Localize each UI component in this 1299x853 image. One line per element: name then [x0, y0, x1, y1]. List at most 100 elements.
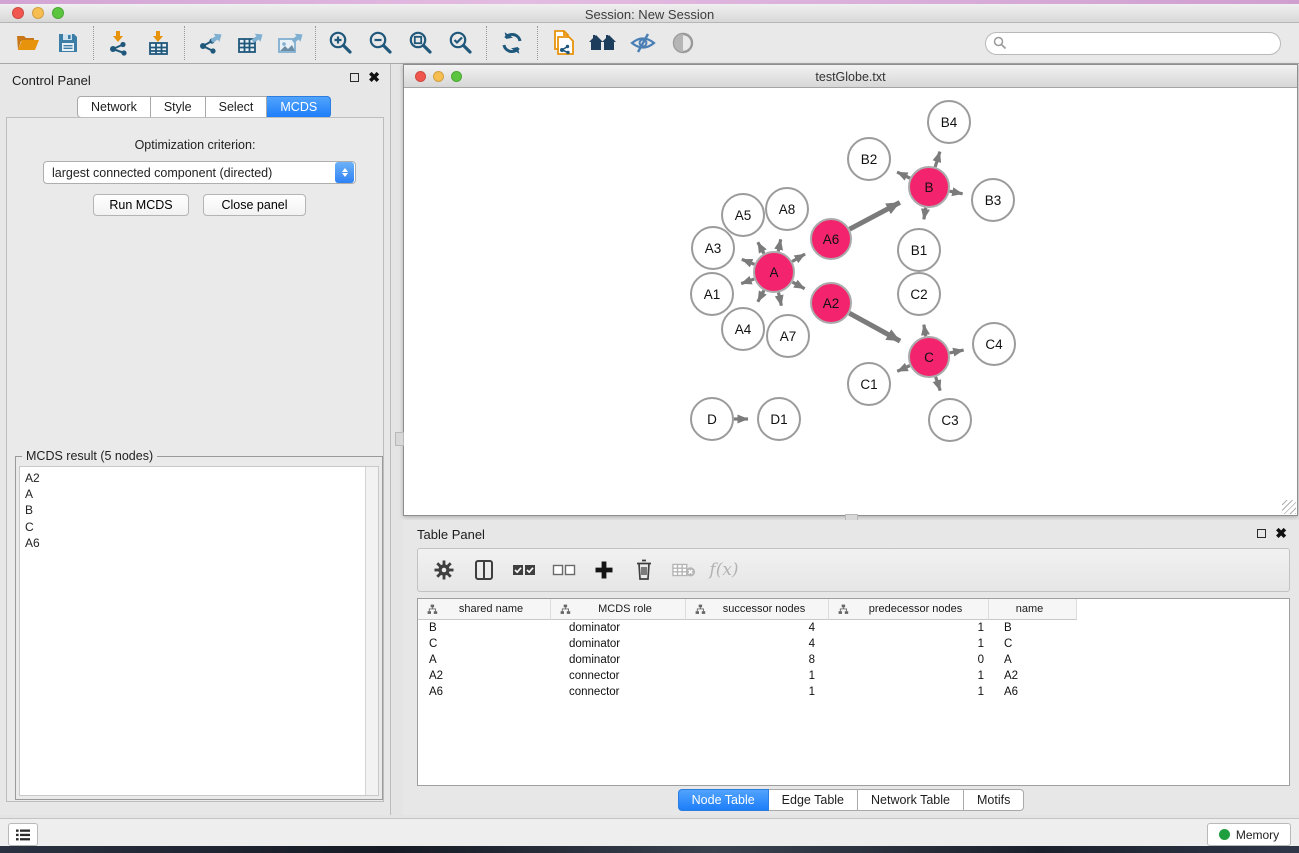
zoom-selected-icon[interactable]	[441, 26, 481, 60]
column-header-successor-nodes[interactable]: successor nodes	[686, 599, 829, 620]
table-row[interactable]: Bdominator41B	[418, 620, 1289, 636]
import-table-icon[interactable]	[139, 26, 179, 60]
edge-B-B2[interactable]	[897, 172, 910, 178]
refresh-icon[interactable]	[492, 26, 532, 60]
edge-A-A7[interactable]	[778, 293, 781, 306]
resize-grip-icon[interactable]	[1282, 500, 1296, 514]
cell-successor-nodes[interactable]: 8	[686, 654, 829, 666]
zoom-out-icon[interactable]	[361, 26, 401, 60]
edge-B-B4[interactable]	[935, 152, 940, 167]
home-icon[interactable]	[583, 26, 623, 60]
cell-MCDS-role[interactable]: dominator	[551, 654, 686, 666]
edge-B-B3[interactable]	[950, 191, 963, 194]
cell-shared-name[interactable]: A6	[418, 686, 551, 698]
clone-network-icon[interactable]	[543, 26, 583, 60]
run-mcds-button[interactable]: Run MCDS	[93, 194, 189, 216]
cell-successor-nodes[interactable]: 4	[686, 638, 829, 650]
tab-style[interactable]: Style	[151, 96, 206, 118]
tab-select[interactable]: Select	[206, 96, 268, 118]
cell-shared-name[interactable]: A	[418, 654, 551, 666]
edge-A-A5[interactable]	[758, 242, 764, 253]
cell-predecessor-nodes[interactable]: 0	[829, 654, 989, 666]
columns-icon[interactable]	[472, 558, 496, 582]
import-network-icon[interactable]	[99, 26, 139, 60]
export-network-icon[interactable]	[190, 26, 230, 60]
edge-B-B1[interactable]	[924, 208, 926, 220]
cell-shared-name[interactable]: B	[418, 622, 551, 634]
hide-graphics-icon[interactable]	[623, 26, 663, 60]
cell-predecessor-nodes[interactable]: 1	[829, 622, 989, 634]
column-header-predecessor-nodes[interactable]: predecessor nodes	[829, 599, 989, 620]
criterion-dropdown[interactable]: largest connected component (directed)	[43, 161, 356, 184]
edge-A-A3[interactable]	[742, 259, 755, 264]
tab-mcds[interactable]: MCDS	[267, 96, 331, 118]
cell-successor-nodes[interactable]: 4	[686, 622, 829, 634]
add-icon[interactable]	[592, 558, 616, 582]
save-icon[interactable]	[48, 26, 88, 60]
table-row[interactable]: A2connector11A2	[418, 668, 1289, 684]
close-panel-button[interactable]: Close panel	[203, 194, 306, 216]
tab-node-table[interactable]: Node Table	[678, 789, 769, 811]
float-panel-icon[interactable]	[350, 73, 359, 82]
column-header-MCDS-role[interactable]: MCDS role	[551, 599, 686, 620]
export-table-icon[interactable]	[230, 26, 270, 60]
select-all-icon[interactable]	[512, 558, 536, 582]
edge-A2-C[interactable]	[849, 313, 900, 341]
result-item[interactable]: B	[25, 502, 373, 518]
cell-MCDS-role[interactable]: dominator	[551, 638, 686, 650]
result-item[interactable]: C	[25, 519, 373, 535]
tab-motifs[interactable]: Motifs	[964, 789, 1024, 811]
tab-network-table[interactable]: Network Table	[858, 789, 964, 811]
close-panel-icon[interactable]: ✖	[1275, 529, 1287, 538]
delete-icon[interactable]	[632, 558, 656, 582]
cell-predecessor-nodes[interactable]: 1	[829, 638, 989, 650]
edge-A-A2[interactable]	[792, 282, 804, 289]
tab-network[interactable]: Network	[77, 96, 151, 118]
table-row[interactable]: Adominator80A	[418, 652, 1289, 668]
cell-name[interactable]: C	[989, 638, 1077, 650]
cell-name[interactable]: B	[989, 622, 1077, 634]
close-panel-icon[interactable]: ✖	[368, 73, 380, 82]
table-row[interactable]: Cdominator41C	[418, 636, 1289, 652]
search-input[interactable]	[985, 32, 1281, 55]
cell-name[interactable]: A	[989, 654, 1077, 666]
result-item[interactable]: A	[25, 486, 373, 502]
memory-button[interactable]: Memory	[1207, 823, 1291, 846]
column-header-shared-name[interactable]: shared name	[418, 599, 551, 620]
gear-icon[interactable]	[432, 558, 456, 582]
result-item[interactable]: A2	[25, 470, 373, 486]
task-history-button[interactable]	[8, 823, 38, 846]
float-panel-icon[interactable]	[1257, 529, 1266, 538]
cell-MCDS-role[interactable]: connector	[551, 686, 686, 698]
cell-successor-nodes[interactable]: 1	[686, 686, 829, 698]
edge-C-C1[interactable]	[897, 366, 910, 372]
open-file-icon[interactable]	[8, 26, 48, 60]
cell-shared-name[interactable]: C	[418, 638, 551, 650]
network-canvas[interactable]: B4B2BB3A8A5A6A3B1AA1C2A2A4A7C4CC1DD1C3	[405, 89, 1296, 515]
column-header-name[interactable]: name	[989, 599, 1077, 620]
cell-successor-nodes[interactable]: 1	[686, 670, 829, 682]
cell-name[interactable]: A2	[989, 670, 1077, 682]
export-image-icon[interactable]	[270, 26, 310, 60]
cell-predecessor-nodes[interactable]: 1	[829, 686, 989, 698]
edge-A-A4[interactable]	[758, 290, 764, 301]
result-scrollbar[interactable]	[365, 467, 378, 795]
cell-MCDS-role[interactable]: connector	[551, 670, 686, 682]
edge-C-C4[interactable]	[950, 350, 964, 353]
edge-A6-B[interactable]	[850, 202, 900, 229]
unselect-all-icon[interactable]	[552, 558, 576, 582]
tab-edge-table[interactable]: Edge Table	[769, 789, 858, 811]
zoom-fit-icon[interactable]	[401, 26, 441, 60]
zoom-in-icon[interactable]	[321, 26, 361, 60]
edge-A-A8[interactable]	[778, 239, 780, 251]
edge-C-C3[interactable]	[936, 377, 941, 391]
cell-name[interactable]: A6	[989, 686, 1077, 698]
cell-predecessor-nodes[interactable]: 1	[829, 670, 989, 682]
edge-C-C2[interactable]	[924, 325, 926, 337]
edge-A-A1[interactable]	[741, 279, 754, 284]
result-item[interactable]: A6	[25, 535, 373, 551]
cell-MCDS-role[interactable]: dominator	[551, 622, 686, 634]
cell-shared-name[interactable]: A2	[418, 670, 551, 682]
edge-A-A6[interactable]	[792, 254, 805, 261]
table-row[interactable]: A6connector11A6	[418, 684, 1289, 700]
